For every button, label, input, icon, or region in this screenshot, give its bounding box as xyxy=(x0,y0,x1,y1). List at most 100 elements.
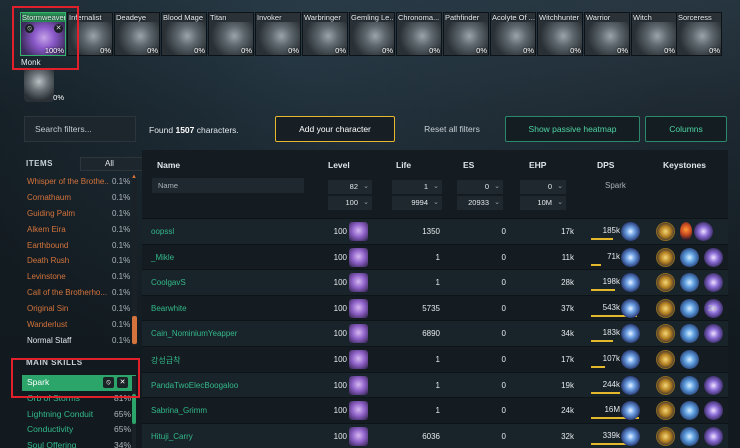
reset-filters-button[interactable]: Reset all filters xyxy=(412,116,492,142)
level-max-select[interactable]: 100 ⌄ xyxy=(328,196,372,210)
keystone-icon[interactable] xyxy=(656,401,675,421)
more-keystones-label[interactable]: 2+ xyxy=(708,304,717,313)
class-tile-warrior[interactable]: Warrior 0% xyxy=(584,12,630,56)
keystone-icon[interactable] xyxy=(704,426,723,446)
add-character-button[interactable]: Add your character xyxy=(275,116,395,142)
table-row[interactable]: CoolgavS 100 1 0 28k 198k xyxy=(142,269,728,295)
keystone-icon[interactable] xyxy=(656,350,675,369)
character-name-link[interactable]: oopssl xyxy=(151,227,174,236)
skill-filter-row[interactable]: Orb of Storms 81% xyxy=(22,391,136,407)
class-tile-chronoma[interactable]: Chronoma... 0% xyxy=(396,12,442,56)
keystone-icon[interactable] xyxy=(680,222,692,241)
ehp-min-select[interactable]: 0 ⌄ xyxy=(520,180,566,194)
search-filters-input[interactable] xyxy=(24,116,136,142)
character-name-link[interactable]: Cain_NominiumYeapper xyxy=(151,329,237,338)
keystone-icon[interactable] xyxy=(704,273,723,293)
ehp-max-select[interactable]: 10M ⌄ xyxy=(520,196,566,210)
class-tile-deadeye[interactable]: Deadeye 0% xyxy=(114,12,160,56)
header-keystones[interactable]: Keystones xyxy=(663,160,706,170)
header-dps[interactable]: DPS xyxy=(597,160,614,170)
item-filter-row[interactable]: Wanderlust 0.1% xyxy=(22,317,138,333)
header-ehp[interactable]: EHP xyxy=(529,160,546,170)
class-tile-witch[interactable]: Witch 0% xyxy=(631,12,677,56)
table-row[interactable]: 강성급착 100 1 0 17k 107k xyxy=(142,346,728,372)
class-tile-witchhunter[interactable]: Witchhunter 0% xyxy=(537,12,583,56)
keystone-icon[interactable] xyxy=(680,247,699,267)
passive-heatmap-button[interactable]: Show passive heatmap xyxy=(505,116,640,142)
character-name-link[interactable]: 강성급착 xyxy=(151,355,180,366)
header-level[interactable]: Level xyxy=(328,160,350,170)
header-es[interactable]: ES xyxy=(463,160,474,170)
item-filter-row[interactable]: Guiding Palm 0.1% xyxy=(22,206,138,222)
table-row[interactable]: Sabrina_Grimm 100 1 0 24k 16M xyxy=(142,397,728,423)
item-filter-row[interactable]: Whisper of the Brothe... 0.1% xyxy=(22,174,138,190)
header-name[interactable]: Name xyxy=(157,160,180,170)
class-tile-stormweaver[interactable]: Stormweaver 100% ⦸ ✕ xyxy=(20,12,66,56)
character-name-link[interactable]: _Mikle xyxy=(151,253,174,262)
class-tile-monk[interactable]: Monk 0% xyxy=(20,58,66,104)
class-tile-acolyte-of[interactable]: Acolyte Of ... 0% xyxy=(490,12,536,56)
class-tile-warbringer[interactable]: Warbringer 0% xyxy=(302,12,348,56)
item-filter-row[interactable]: Original Sin 0.1% xyxy=(22,301,138,317)
item-filter-row[interactable]: Earthbound 0.1% xyxy=(22,238,138,254)
keystone-icon[interactable] xyxy=(680,426,699,446)
keystone-icon[interactable] xyxy=(680,298,699,318)
es-min-select[interactable]: 0 ⌄ xyxy=(457,180,503,194)
table-row[interactable]: _Mikle 100 1 0 11k 71k xyxy=(142,243,728,270)
keystone-icon[interactable] xyxy=(680,350,699,369)
keystone-icon[interactable] xyxy=(656,298,675,318)
character-name-link[interactable]: PandaTwoElecBoogaloo xyxy=(151,381,238,390)
table-row[interactable]: oopssl 100 1350 0 17k 185k xyxy=(142,218,728,244)
keystone-icon[interactable] xyxy=(656,247,675,267)
table-row[interactable]: PandaTwoElecBoogaloo 100 1 0 19k 244k xyxy=(142,371,728,398)
keystone-icon[interactable] xyxy=(656,426,675,446)
keystone-icon[interactable] xyxy=(704,401,723,421)
skill-filter-row[interactable]: Lightning Conduit 65% xyxy=(22,407,136,423)
character-name-link[interactable]: Hituji_Carry xyxy=(151,432,193,441)
item-filter-row[interactable]: Death Rush 0.1% xyxy=(22,253,138,269)
skills-scrollbar[interactable] xyxy=(132,376,136,448)
keystone-icon[interactable] xyxy=(656,222,675,241)
class-tile-blood-mage[interactable]: Blood Mage 0% xyxy=(161,12,207,56)
class-tile-infernalist[interactable]: Infernalist 0% xyxy=(67,12,113,56)
table-row[interactable]: Bearwhite 100 5735 0 37k 543k 2+ xyxy=(142,294,728,321)
character-name-link[interactable]: CoolgavS xyxy=(151,278,186,287)
scroll-thumb[interactable] xyxy=(132,316,137,344)
class-tile-sorceress[interactable]: Sorceress 0% xyxy=(676,12,722,56)
class-tile-pathfinder[interactable]: Pathfinder 0% xyxy=(443,12,489,56)
block-icon[interactable]: ⦸ xyxy=(25,24,34,33)
character-name-link[interactable]: Bearwhite xyxy=(151,304,187,313)
keystone-icon[interactable] xyxy=(680,401,699,421)
item-filter-row[interactable]: Cornathaum 0.1% xyxy=(22,190,138,206)
life-max-select[interactable]: 9994 ⌄ xyxy=(392,196,442,210)
class-tile-invoker[interactable]: Invoker 0% xyxy=(255,12,301,56)
columns-button[interactable]: Columns xyxy=(645,116,727,142)
class-tile-titan[interactable]: Titan 0% xyxy=(208,12,254,56)
keystone-icon[interactable] xyxy=(694,222,713,241)
character-name-link[interactable]: Sabrina_Grimm xyxy=(151,406,207,415)
items-scrollbar[interactable]: ▲ xyxy=(131,174,137,346)
name-filter-input[interactable] xyxy=(152,178,304,193)
es-max-select[interactable]: 20933 ⌄ xyxy=(457,196,503,210)
keystone-icon[interactable] xyxy=(680,324,699,344)
header-life[interactable]: Life xyxy=(396,160,411,170)
keystone-icon[interactable] xyxy=(704,324,723,344)
table-row[interactable]: Hituji_Carry 100 6036 0 32k 339k xyxy=(142,422,728,448)
keystone-icon[interactable] xyxy=(680,273,699,293)
keystone-icon[interactable] xyxy=(656,375,675,395)
keystone-icon[interactable] xyxy=(704,247,723,267)
skill-filter-row[interactable]: Soul Offering 34% xyxy=(22,438,136,448)
close-icon[interactable]: ✕ xyxy=(54,24,63,33)
scroll-thumb[interactable] xyxy=(132,394,136,424)
class-tile-gemling-le[interactable]: Gemling Le... 0% xyxy=(349,12,395,56)
item-filter-row[interactable]: Alkem Eira 0.1% xyxy=(22,222,138,238)
life-min-select[interactable]: 1 ⌄ xyxy=(392,180,442,194)
skill-filter-row[interactable]: Conductivity 65% xyxy=(22,422,136,438)
item-filter-row[interactable]: Levinstone 0.1% xyxy=(22,269,138,285)
item-filter-row[interactable]: Call of the Brotherho... 0.1% xyxy=(22,285,138,301)
keystone-icon[interactable] xyxy=(680,375,699,395)
keystone-icon[interactable] xyxy=(656,273,675,293)
close-icon[interactable]: ✕ xyxy=(117,377,128,388)
item-filter-row[interactable]: Normal Staff 0.1% xyxy=(22,333,138,349)
scroll-up-icon[interactable]: ▲ xyxy=(131,174,137,180)
